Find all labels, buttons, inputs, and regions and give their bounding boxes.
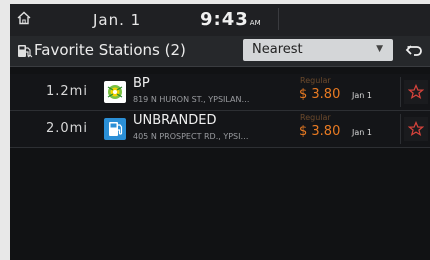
favorite-button-bg [404,80,428,104]
empty-list-area [10,148,430,260]
sort-selected-value: Nearest [252,42,303,57]
page-title: Favorite Stations (2) [34,41,186,59]
station-distance: 1.2mi [46,84,88,99]
station-row[interactable]: 1.2mi BP 819 N HURON ST., YPSILAN… Regul… [10,74,430,111]
star-icon [408,84,424,100]
station-name: UNBRANDED [133,113,217,128]
clock-time: 9:43 [200,9,249,30]
favorite-button-bg [404,117,428,141]
bp-logo-icon [104,81,126,103]
title-bar: Favorite Stations (2) Nearest ▼ [10,36,430,67]
favorite-button[interactable] [400,77,430,107]
star-icon [408,121,424,137]
home-icon [17,11,31,25]
status-time: 9:43AM [200,9,261,30]
status-divider [278,8,279,30]
home-button[interactable] [10,4,38,32]
back-button[interactable] [400,39,428,63]
gas-station-icon [18,45,33,58]
fuel-price: $ 3.80 [299,87,341,102]
station-name: BP [133,76,150,91]
station-address: 405 N PROSPECT RD., YPSI… [133,132,249,141]
back-icon [405,45,422,56]
fuel-type-label: Regular [300,113,331,122]
price-date: Jan 1 [352,128,372,137]
fuel-pump-icon [104,118,126,140]
favorite-button[interactable] [400,114,430,144]
station-address: 819 N HURON ST., YPSILAN… [133,95,250,104]
fuel-type-label: Regular [300,76,331,85]
navigation-screen: Jan. 1 9:43AM Favorite Stations (2) Near… [10,4,430,260]
chevron-down-icon: ▼ [376,44,383,54]
fuel-price: $ 3.80 [299,124,341,139]
price-date: Jan 1 [352,91,372,100]
sort-dropdown[interactable]: Nearest ▼ [243,39,393,61]
status-bar: Jan. 1 9:43AM [10,4,430,36]
station-distance: 2.0mi [46,121,88,136]
clock-ampm: AM [249,19,261,27]
status-date: Jan. 1 [93,11,142,29]
station-row[interactable]: 2.0mi UNBRANDED 405 N PROSPECT RD., YPSI… [10,111,430,148]
